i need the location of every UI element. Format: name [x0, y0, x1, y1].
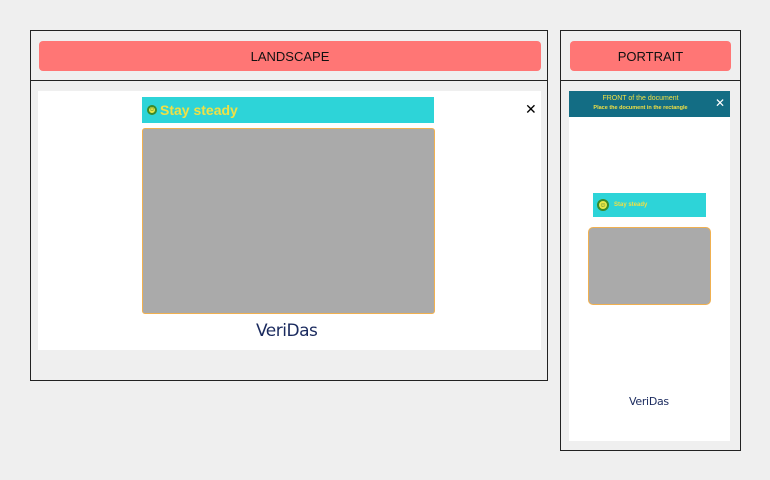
document-title: FRONT of the document [602, 95, 679, 102]
veridas-logo: VeriDas [256, 321, 318, 341]
landscape-capture-screen: ☺ Stay steady ✕ VeriDas [38, 91, 541, 350]
portrait-capture-screen: FRONT of the document Place the document… [569, 91, 730, 441]
steady-face-icon: ☺ [597, 199, 609, 211]
camera-frame [588, 227, 711, 305]
document-instruction: Place the document in the rectangle [593, 105, 688, 111]
stay-steady-text: Stay steady [160, 102, 238, 118]
camera-frame [142, 128, 435, 314]
landscape-button[interactable]: LANDSCAPE [39, 41, 541, 71]
landscape-panel-header: LANDSCAPE [31, 31, 547, 81]
close-icon[interactable]: ✕ [715, 97, 725, 109]
veridas-logo: VeriDas [629, 395, 669, 408]
stay-steady-banner: ☺ Stay steady [593, 193, 706, 217]
portrait-panel: PORTRAIT FRONT of the document Place the… [560, 30, 741, 451]
close-icon[interactable]: ✕ [525, 102, 537, 116]
stay-steady-banner: ☺ Stay steady [142, 97, 434, 123]
portrait-button[interactable]: PORTRAIT [570, 41, 731, 71]
steady-face-icon: ☺ [147, 105, 157, 115]
stay-steady-text: Stay steady [614, 202, 648, 208]
landscape-panel: LANDSCAPE ☺ Stay steady ✕ VeriDas [30, 30, 548, 381]
document-header: FRONT of the document Place the document… [569, 91, 730, 117]
portrait-panel-header: PORTRAIT [561, 31, 740, 81]
